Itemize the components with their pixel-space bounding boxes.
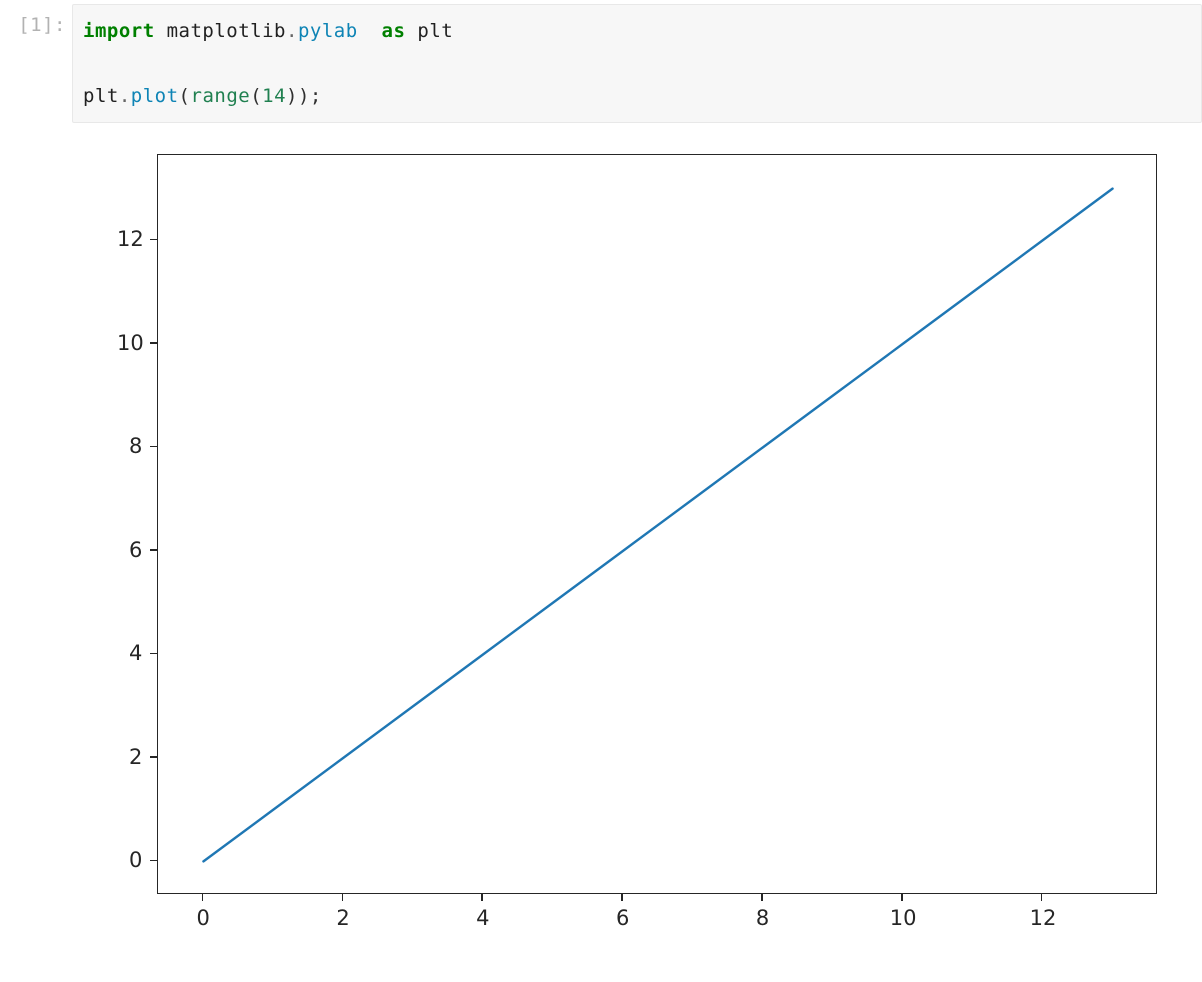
y-tick [150, 342, 157, 344]
y-tick [150, 653, 157, 655]
y-tick [150, 860, 157, 862]
plot-output: 024681012024681012 [72, 129, 1172, 959]
x-tick-label: 2 [336, 908, 349, 929]
plot-line [158, 155, 1158, 895]
cell-prompt: [1]: [0, 4, 72, 36]
x-tick-label: 12 [1030, 908, 1057, 929]
x-tick-label: 6 [616, 908, 629, 929]
x-tick [761, 894, 763, 901]
notebook: [1]: import matplotlib.pylab as plt plt.… [0, 0, 1202, 959]
plot-axes [157, 154, 1157, 894]
output-pad [0, 129, 72, 959]
y-tick [150, 756, 157, 758]
x-tick [342, 894, 344, 901]
x-tick-label: 4 [476, 908, 489, 929]
y-tick [150, 549, 157, 551]
y-tick [150, 239, 157, 241]
x-tick-label: 0 [196, 908, 209, 929]
x-tick [202, 894, 204, 901]
x-tick [1041, 894, 1043, 901]
x-tick [901, 894, 903, 901]
x-tick [621, 894, 623, 901]
output-row: 024681012024681012 [0, 129, 1202, 959]
code-cell: [1]: import matplotlib.pylab as plt plt.… [0, 4, 1202, 123]
x-tick-label: 8 [756, 908, 769, 929]
x-tick [481, 894, 483, 901]
x-tick-label: 10 [890, 908, 917, 929]
y-tick [150, 446, 157, 448]
code-input-area[interactable]: import matplotlib.pylab as plt plt.plot(… [72, 4, 1202, 123]
